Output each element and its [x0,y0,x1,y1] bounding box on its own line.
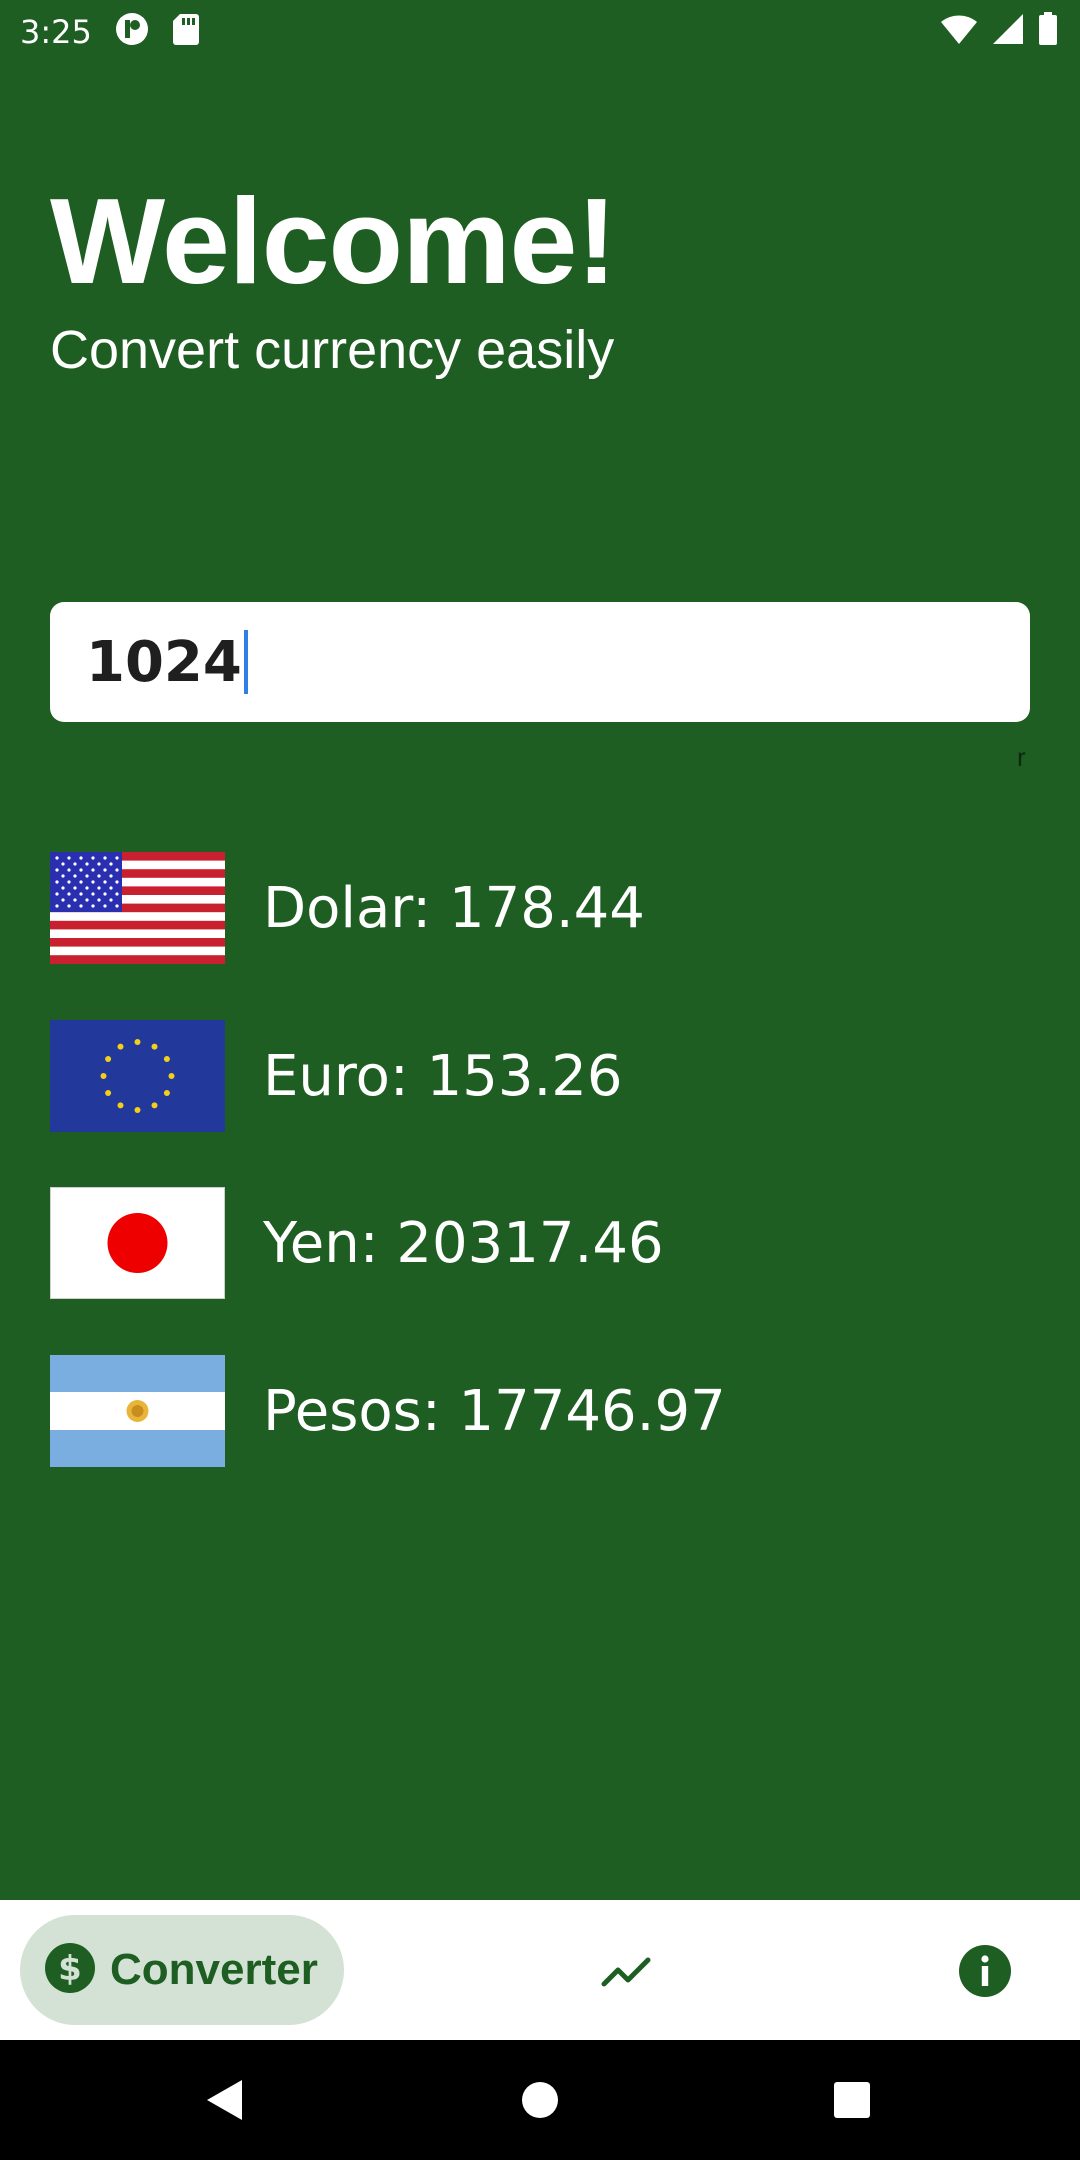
status-bar: 3:25 [0,0,1080,63]
home-icon[interactable] [521,2081,559,2124]
nav-item-converter[interactable]: $ Converter [20,1915,344,2025]
sd-card-icon [172,12,200,51]
rate-row-pesos: Pesos: 17746.97 [50,1355,726,1467]
eu-flag-icon [50,1020,225,1132]
argentina-flag-icon [50,1355,225,1467]
nav-item-converter-label: Converter [110,1945,318,1994]
trending-up-icon [598,1957,658,2004]
rate-label-yen: Yen: 20317.46 [263,1210,664,1276]
status-left: 3:25 [0,11,200,52]
input-helper-text: r [1017,742,1026,772]
rate-label-dolar: Dolar: 178.44 [263,875,645,941]
japan-flag-icon [50,1187,225,1299]
svg-text:$: $ [58,1949,82,1989]
battery-icon [1038,12,1058,51]
nav-item-info[interactable] [958,1944,1012,1998]
rate-row-yen: Yen: 20317.46 [50,1187,664,1299]
bottom-navigation: $ Converter [0,1900,1080,2040]
page-subtitle: Convert currency easily [50,320,615,380]
rate-label-pesos: Pesos: 17746.97 [263,1378,726,1444]
text-cursor [243,630,248,694]
rate-row-dolar: Dolar: 178.44 [50,852,645,964]
amount-input-value[interactable]: 1024 [86,630,242,695]
cell-signal-icon [992,13,1024,50]
recents-icon[interactable] [833,2081,871,2124]
dollar-circle-icon: $ [44,1942,96,1999]
back-icon[interactable] [204,2078,244,2127]
usa-flag-icon [50,852,225,964]
rate-label-euro: Euro: 153.26 [263,1043,623,1109]
info-icon [958,1945,1012,2002]
nav-item-trends[interactable] [598,1940,658,2000]
wifi-icon [940,13,978,50]
status-right [940,12,1080,51]
system-nav-bar [0,2040,1080,2160]
app-notification-icon [114,11,150,52]
amount-input[interactable]: 1024 [50,602,1030,722]
page-title: Welcome! [50,173,617,309]
status-time: 3:25 [20,12,92,51]
rate-row-euro: Euro: 153.26 [50,1020,623,1132]
